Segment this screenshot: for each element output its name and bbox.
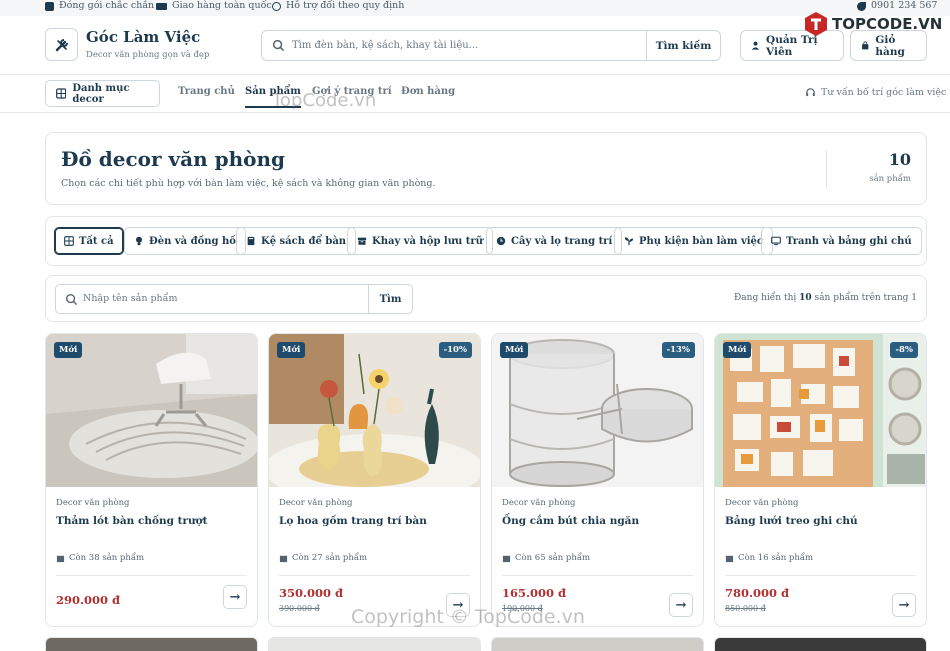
product-card-peek[interactable] (268, 637, 481, 651)
arrow-right-icon: → (675, 597, 687, 613)
user-icon (751, 41, 760, 50)
topcode-logo-mark (805, 12, 827, 36)
bag-icon (862, 41, 869, 50)
product-search-input[interactable]: Nhập tên sản phẩm (83, 293, 177, 304)
box-icon (502, 555, 511, 562)
divider (502, 575, 693, 576)
new-badge: Mới (500, 342, 529, 358)
product-search-button[interactable]: Tìm (368, 285, 412, 313)
filter-bookshelves[interactable]: Kệ sách để bàn (236, 227, 357, 255)
product-stock: Còn 27 sản phẩm (279, 553, 367, 563)
filter-lamps-clocks[interactable]: Đèn và đồng hồ (124, 227, 246, 255)
book-icon (247, 236, 255, 246)
tools-icon (55, 38, 68, 51)
discount-badge: -13% (661, 342, 695, 358)
product-category: Decor văn phòng (725, 498, 799, 508)
refresh-icon (272, 1, 281, 11)
arrow-right-icon: → (229, 589, 241, 605)
product-old-price: 850.000 đ (725, 604, 766, 613)
page-subtitle: Chọn các chi tiết phù hợp với bàn làm vi… (61, 178, 436, 189)
product-card[interactable]: Mới -10% Decor văn phòng Lọ hoa gốm tran… (268, 333, 481, 627)
product-card[interactable]: Mới Decor văn phòng Thảm lót bàn chống t… (45, 333, 258, 627)
box-icon (56, 555, 65, 562)
product-name[interactable]: Ống cắm bút chia ngăn (502, 515, 639, 527)
category-menu-button[interactable]: Danh mục decor (45, 80, 160, 107)
product-card[interactable]: Mới -13% Decor văn phòng Ống cắm bút chi… (491, 333, 704, 627)
filter-plants-vases[interactable]: Cây và lọ trang trí (486, 227, 623, 255)
box-icon (279, 555, 288, 562)
view-product-button[interactable]: → (669, 593, 693, 617)
product-price: 165.000 đ (502, 586, 567, 600)
product-price: 780.000 đ (725, 586, 790, 600)
product-count: 10 (888, 150, 911, 169)
bulb-icon (136, 236, 142, 246)
topcode-logo: TOPCODE.VN (803, 11, 942, 37)
product-name[interactable]: Bảng lưới treo ghi chú (725, 515, 858, 527)
product-stock: Còn 16 sản phẩm (725, 553, 813, 563)
view-product-button[interactable]: → (223, 585, 247, 609)
divider (725, 575, 916, 576)
new-badge: Mới (723, 342, 752, 358)
truck-icon (156, 2, 167, 10)
brand-name[interactable]: Góc Làm Việc (86, 28, 200, 46)
discount-badge: -8% (890, 342, 918, 358)
filter-trays-boxes[interactable]: Khay và hộp lưu trữ (347, 227, 493, 255)
product-card-peek[interactable] (491, 637, 704, 651)
divider (826, 150, 827, 188)
info-return: Hỗ trợ đổi theo quy định (272, 0, 404, 12)
new-badge: Mới (54, 342, 83, 358)
watermark-copyright: Copyright © TopCode.vn (351, 606, 585, 628)
results-summary: Đang hiển thị 10 sản phẩm trên trang 1 (734, 293, 917, 303)
brand-tagline: Decor văn phòng gọn và đẹp (86, 50, 210, 60)
arrow-right-icon: → (898, 597, 910, 613)
info-packing: Đóng gói chắc chắn (45, 0, 154, 12)
product-category: Decor văn phòng (279, 498, 353, 508)
product-card-peek[interactable] (45, 637, 258, 651)
box-icon (357, 237, 367, 245)
advice-link[interactable]: Tư vấn bố trí góc làm việc (805, 87, 946, 98)
search-icon (65, 293, 78, 306)
filter-pictures-boards[interactable]: Tranh và bảng ghi chú (761, 227, 922, 255)
box-icon (45, 1, 54, 11)
product-price: 290.000 đ (56, 593, 121, 607)
product-price: 350.000 đ (279, 586, 344, 600)
phone-icon (857, 1, 866, 11)
divider (56, 575, 247, 576)
sprout-icon (624, 237, 634, 246)
page-title: Đồ decor văn phòng (61, 147, 285, 171)
divider (279, 575, 470, 576)
box-icon (725, 555, 734, 562)
search-input[interactable]: Tìm đèn bàn, kệ sách, khay tài liệu... (292, 40, 478, 51)
product-count-label: sản phẩm (869, 174, 911, 184)
search-icon (272, 39, 285, 52)
clock-icon (496, 236, 506, 246)
product-search: Nhập tên sản phẩm Tìm (55, 284, 413, 314)
product-name[interactable]: Thảm lót bàn chống trượt (56, 515, 207, 527)
monitor-icon (771, 236, 781, 246)
grid-icon (56, 88, 67, 99)
discount-badge: -10% (438, 342, 472, 358)
filter-all[interactable]: Tất cả (54, 227, 124, 255)
grid-icon (64, 236, 74, 246)
product-card-peek[interactable] (714, 637, 927, 651)
new-badge: Mới (277, 342, 306, 358)
page-hero: Đồ decor văn phòng Chọn các chi tiết phù… (45, 132, 927, 205)
view-product-button[interactable]: → (892, 593, 916, 617)
watermark-text: TopCode.vn (272, 90, 377, 111)
info-shipping: Giao hàng toàn quốc (156, 0, 272, 12)
product-category: Decor văn phòng (502, 498, 576, 508)
logo[interactable] (45, 28, 78, 61)
product-category: Decor văn phòng (56, 498, 130, 508)
product-stock: Còn 38 sản phẩm (56, 553, 144, 563)
nav-orders[interactable]: Đơn hàng (401, 86, 455, 97)
filter-desk-accessories[interactable]: Phụ kiện bàn làm việc (614, 227, 774, 255)
product-old-price: 390.000 đ (279, 604, 320, 613)
product-stock: Còn 65 sản phẩm (502, 553, 590, 563)
search-button[interactable]: Tìm kiếm (646, 31, 720, 60)
product-name[interactable]: Lọ hoa gốm trang trí bàn (279, 515, 427, 527)
nav-home[interactable]: Trang chủ (178, 86, 235, 97)
header-search: Tìm đèn bàn, kệ sách, khay tài liệu... T… (261, 30, 721, 61)
product-card[interactable]: Mới -8% Decor văn phòng Bảng lưới treo g… (714, 333, 927, 627)
headset-icon (806, 88, 815, 97)
